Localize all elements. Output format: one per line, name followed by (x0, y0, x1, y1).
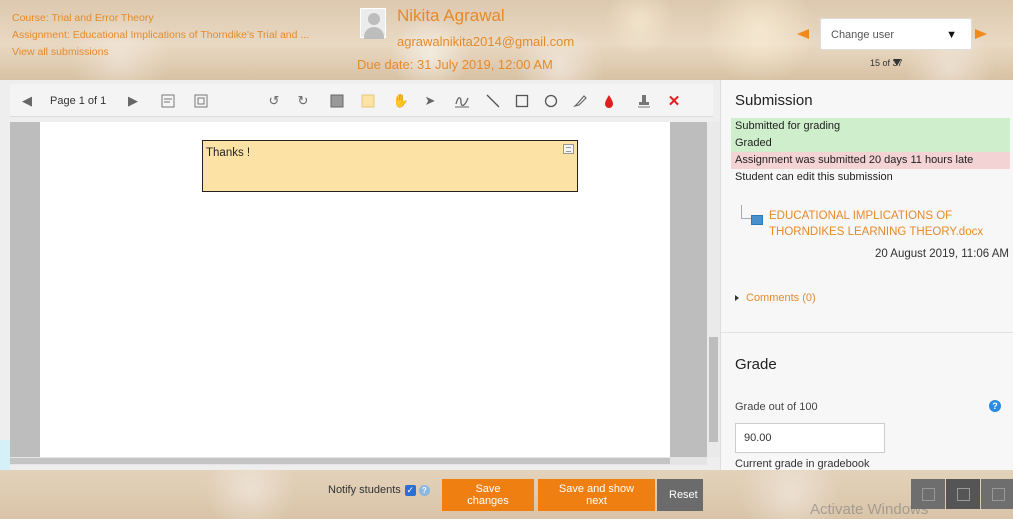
pan-hand-icon[interactable]: ✋ (390, 90, 412, 112)
caret-down-icon: ▼ (946, 29, 957, 41)
delete-annotation-icon[interactable]: ✕ (663, 90, 685, 112)
footer-bar: Notify students ✓ ? Save changes Save an… (0, 470, 1013, 519)
status-late: Assignment was submitted 20 days 11 hour… (731, 152, 1010, 169)
current-grade-label: Current grade in gradebook (735, 458, 870, 470)
comment-tool-icon[interactable] (326, 90, 348, 112)
pen-tool-icon[interactable] (451, 90, 473, 112)
help-icon[interactable]: ? (989, 400, 1001, 412)
document-page[interactable]: Thanks ! (40, 122, 670, 457)
course-info: Course: Trial and Error Theory Assignmen… (12, 10, 309, 61)
layout-toggle-group (910, 479, 1013, 509)
vertical-scrollbar-thumb[interactable] (709, 337, 718, 442)
layout-collapse-review-icon[interactable] (911, 479, 945, 509)
highlight-tool-icon[interactable] (569, 90, 591, 112)
filter-icon[interactable] (893, 59, 901, 66)
change-user-select[interactable]: Change user ▼ (820, 18, 972, 50)
rectangle-tool-icon[interactable] (511, 90, 533, 112)
stamp-tool-icon[interactable] (633, 90, 655, 112)
comment-annotation[interactable]: Thanks ! (202, 140, 578, 192)
due-date: Due date: 31 July 2019, 12:00 AM (357, 57, 553, 72)
select-pointer-icon[interactable]: ➤ (419, 90, 441, 112)
horizontal-scrollbar-thumb[interactable] (10, 458, 670, 464)
search-comments-icon[interactable] (157, 90, 179, 112)
header: Course: Trial and Error Theory Assignmen… (0, 0, 1013, 80)
comments-label[interactable]: Comments (0) (746, 292, 816, 304)
grade-label: Grade out of 100 (735, 401, 818, 413)
section-divider (721, 332, 1013, 333)
annotation-color-icon[interactable] (598, 90, 620, 112)
layout-default-icon[interactable] (946, 479, 980, 509)
file-icon (751, 215, 763, 225)
vertical-scrollbar[interactable] (707, 122, 720, 457)
page-selector[interactable]: Page 1 of 1 (50, 95, 106, 107)
avatar-head-shape (368, 13, 380, 25)
grade-input[interactable] (735, 423, 885, 453)
notify-help-icon[interactable]: ? (418, 484, 430, 496)
file-date: 20 August 2019, 11:06 AM (874, 248, 1009, 260)
comments-toggle[interactable]: Comments (0) (735, 292, 816, 304)
notify-checkbox[interactable]: ✓ (404, 484, 416, 496)
assignment-link[interactable]: Assignment: Educational Implications of … (12, 27, 309, 44)
notify-students[interactable]: Notify students ✓ ? (328, 484, 430, 496)
next-page-icon[interactable]: ▶ (122, 90, 144, 112)
undo-icon[interactable]: ↺ (263, 90, 285, 112)
avatar[interactable] (360, 8, 386, 39)
view-all-submissions-link[interactable]: View all submissions (12, 44, 309, 61)
reset-button[interactable]: Reset (657, 479, 703, 511)
line-tool-icon[interactable] (482, 90, 504, 112)
submission-panel: Submission Submitted for grading Graded … (720, 80, 1013, 470)
save-and-show-next-button[interactable]: Save and show next (538, 479, 655, 511)
save-changes-button[interactable]: Save changes (442, 479, 534, 511)
status-editable: Student can edit this submission (735, 171, 893, 183)
expand-comments-icon[interactable] (190, 90, 212, 112)
annotation-toolbar: ◀ Page 1 of 1 ▶ ↺ ↻ ✋ ➤ ✕ (10, 84, 713, 117)
grade-heading: Grade (735, 356, 777, 373)
layout-collapse-grade-icon[interactable] (981, 479, 1013, 509)
previous-page-icon[interactable]: ◀ (16, 90, 38, 112)
oval-tool-icon[interactable] (540, 90, 562, 112)
comment-text[interactable]: Thanks ! (206, 147, 250, 159)
next-user-arrow-icon[interactable] (975, 29, 987, 39)
file-tree-line (741, 205, 751, 219)
left-edge-strip (0, 440, 10, 470)
document-viewport[interactable]: Thanks ! (10, 122, 707, 457)
status-submitted: Submitted for grading (731, 118, 1010, 135)
redo-icon[interactable]: ↻ (292, 90, 314, 112)
previous-user-arrow-icon[interactable] (797, 29, 809, 39)
submitted-file-link[interactable]: EDUCATIONAL IMPLICATIONS OF THORNDIKES L… (769, 208, 1009, 240)
horizontal-scrollbar[interactable] (10, 457, 707, 465)
comment-menu-icon[interactable] (563, 144, 574, 154)
user-email: agrawalnikita2014@gmail.com (397, 34, 575, 49)
status-graded: Graded (731, 135, 1010, 152)
course-link[interactable]: Course: Trial and Error Theory (12, 10, 309, 27)
comment-color-icon[interactable] (357, 90, 379, 112)
expand-triangle-icon (735, 295, 739, 301)
user-name[interactable]: Nikita Agrawal (397, 6, 505, 26)
annotation-panel: ◀ Page 1 of 1 ▶ ↺ ↻ ✋ ➤ ✕ Thanks ! (0, 80, 720, 470)
notify-students-label: Notify students (328, 484, 401, 496)
avatar-body-shape (364, 27, 384, 39)
change-user-label: Change user (831, 29, 894, 41)
submission-heading: Submission (735, 92, 813, 109)
